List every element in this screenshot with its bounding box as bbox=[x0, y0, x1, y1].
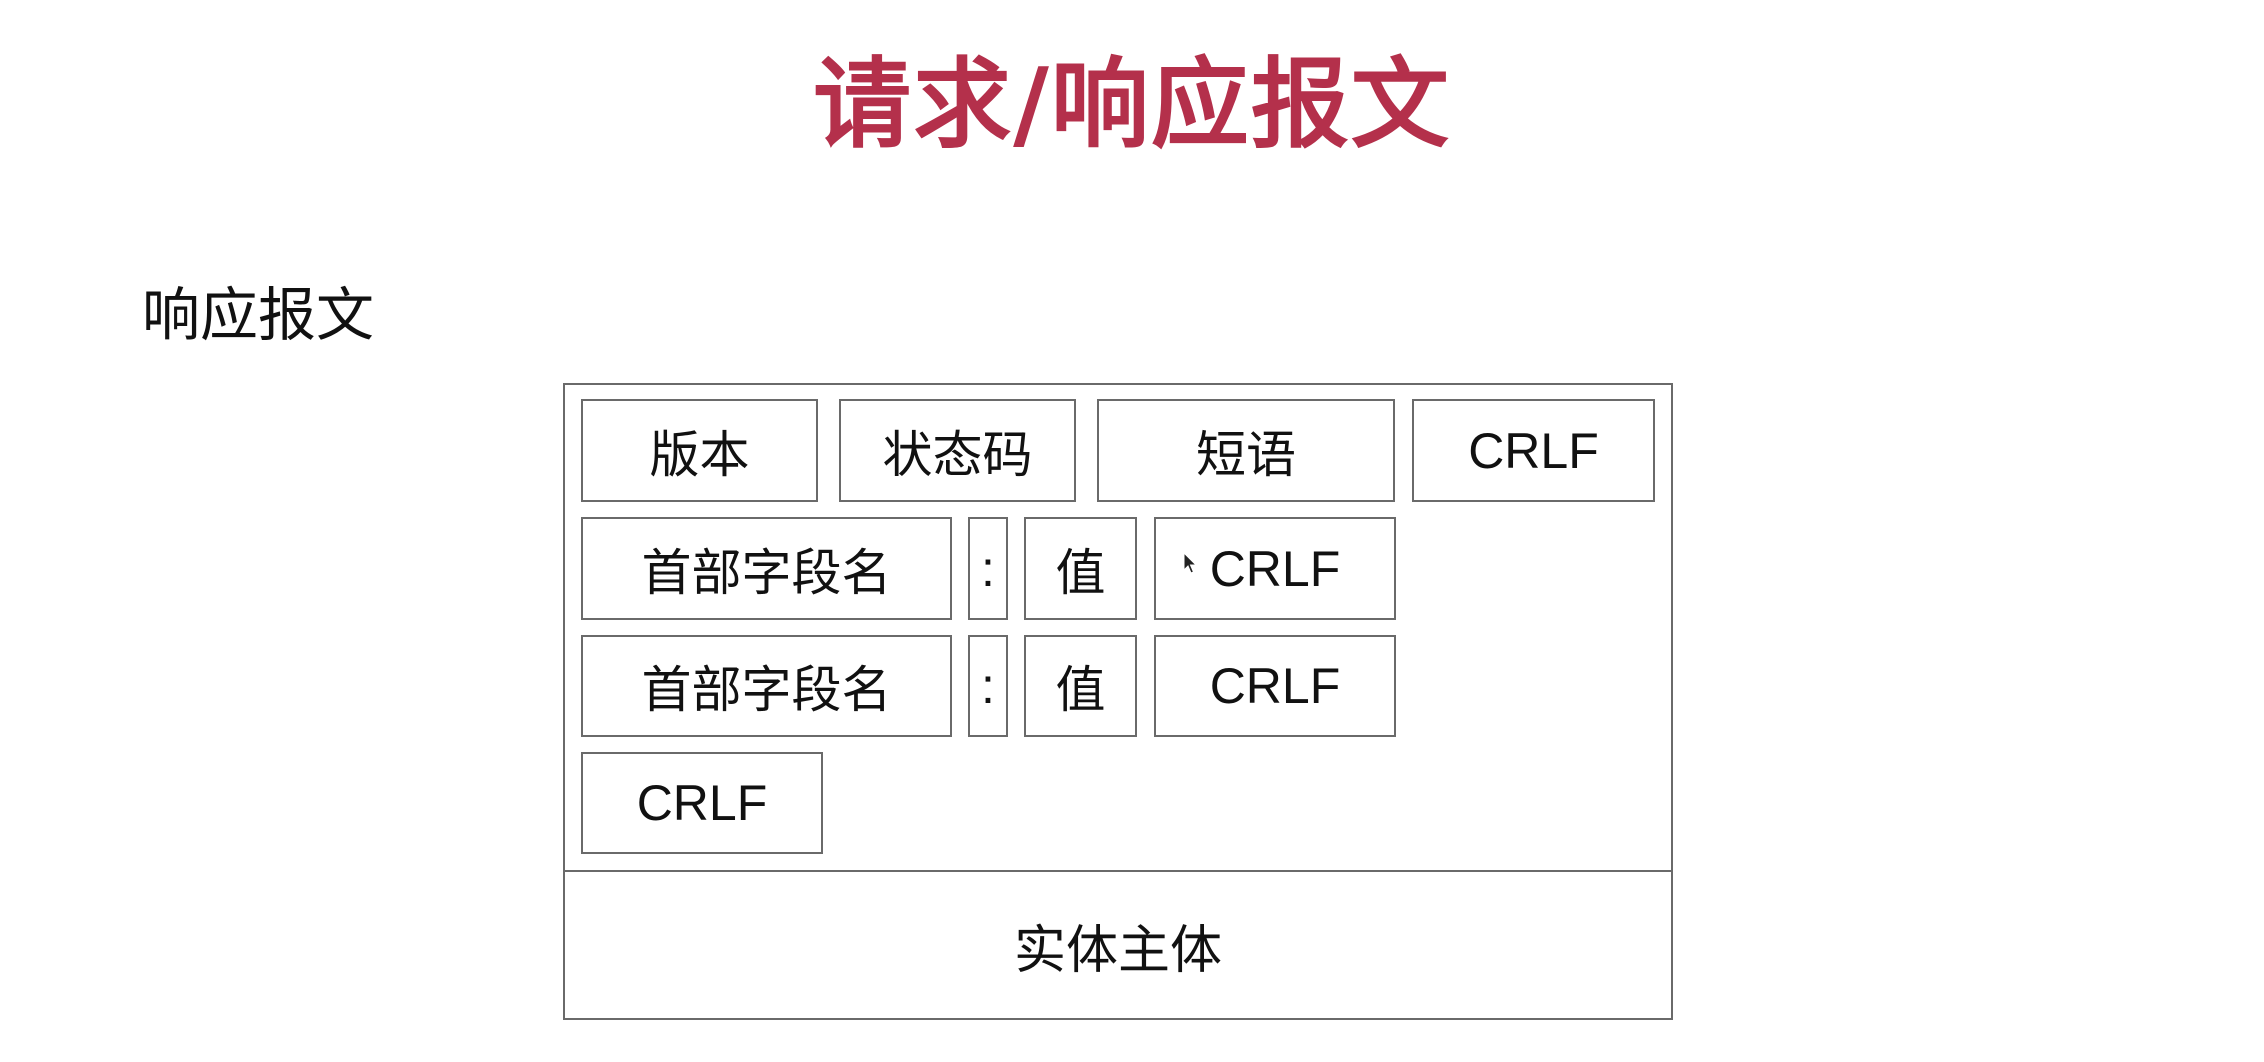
mouse-pointer-icon bbox=[1183, 552, 1198, 574]
version-box: 版本 bbox=[581, 399, 818, 502]
header-colon-box: : bbox=[968, 517, 1008, 620]
slide-title: 请求/响应报文 bbox=[813, 48, 1451, 162]
header-colon-box: : bbox=[968, 635, 1008, 737]
entity-body: 实体主体 bbox=[1013, 920, 1222, 981]
header-crlf-box: CRLF bbox=[1154, 635, 1396, 737]
phrase-box: 短语 bbox=[1097, 399, 1395, 502]
section-label: 响应报文 bbox=[142, 281, 375, 349]
header-field-name-box: 首部字段名 bbox=[581, 635, 952, 737]
header-field-name-box: 首部字段名 bbox=[581, 517, 952, 620]
status-code-box: 状态码 bbox=[839, 399, 1076, 502]
status-line-crlf-box: CRLF bbox=[1412, 399, 1655, 502]
blank-line-crlf-box: CRLF bbox=[581, 752, 823, 854]
header-value-box: 值 bbox=[1024, 635, 1137, 737]
header-value-box: 值 bbox=[1024, 517, 1137, 620]
